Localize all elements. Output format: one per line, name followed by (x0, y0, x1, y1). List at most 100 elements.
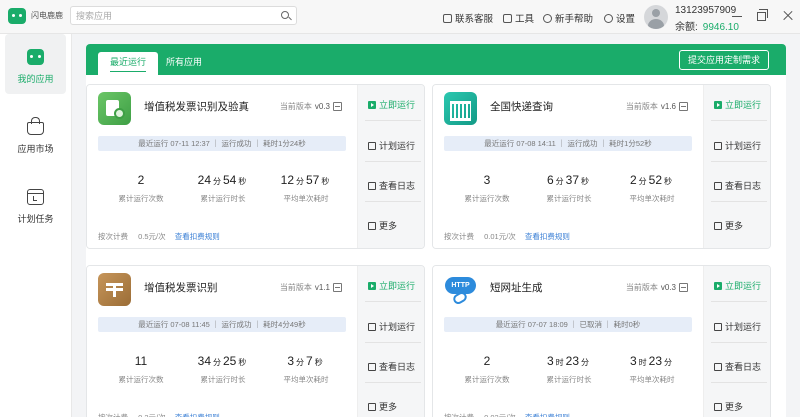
bag-icon (27, 117, 44, 135)
last-run-bar: 最近运行 07-08 14:11 ｜ 运行成功 ｜ 耗时1分52秒 (444, 136, 692, 151)
stat-run-count: 2 累计运行次数 (118, 173, 164, 203)
card-info: HTTP 短网址生成 当前版本 v0.3 最近运行 07-07 18:09 ｜ … (433, 266, 704, 417)
run-now-button[interactable]: 立即运行 (368, 279, 415, 292)
app-name[interactable]: 增值税发票识别 (144, 280, 218, 295)
schedule-run-button[interactable]: 计划运行 (714, 139, 761, 152)
stat-run-duration: 24 分 54 秒 累计运行时长 (197, 173, 247, 203)
search-box[interactable] (70, 6, 297, 25)
version-menu-icon[interactable] (679, 102, 688, 111)
stat-run-duration: 6 分 37 秒 累计运行时长 (546, 173, 592, 203)
stat-avg-duration: 12 分 57 秒 平均单次耗时 (280, 173, 330, 203)
cost-info: 按次计费 0.01元/次 查看扣费规则 (444, 232, 570, 241)
cost-rules-link[interactable]: 查看扣费规则 (175, 232, 220, 241)
close-icon[interactable] (783, 11, 793, 21)
log-icon (368, 181, 376, 190)
card-actions: 立即运行 计划运行 查看日志 更多 (704, 85, 770, 248)
cost-info: 按次计费 0.02元/次 查看扣费规则 (444, 412, 570, 417)
last-run-bar: 最近运行 07-11 12:37 ｜ 运行成功 ｜ 耗时1分24秒 (98, 136, 346, 151)
log-icon (714, 181, 722, 190)
more-button[interactable]: 更多 (368, 219, 397, 232)
user-balance: 余额: 9946.10 (675, 22, 739, 33)
more-button[interactable]: 更多 (714, 400, 743, 413)
tools-link[interactable]: 工具 (503, 11, 534, 25)
headset-icon (443, 13, 452, 23)
log-icon (368, 362, 376, 371)
card-info: 增值税发票识别及验真 当前版本 v0.3 最近运行 07-11 12:37 ｜ … (87, 85, 358, 248)
more-button[interactable]: 更多 (368, 400, 397, 413)
main-header: 最近运行 所有应用 提交应用定制需求 (86, 44, 786, 75)
version-menu-icon[interactable] (679, 283, 688, 292)
app-logo-icon (8, 8, 26, 24)
clock-icon (714, 322, 722, 331)
card-actions: 立即运行 计划运行 查看日志 更多 (358, 266, 424, 417)
app-logo-text: 闪电鹿鹿 (31, 11, 63, 20)
help-link[interactable]: 新手帮助 (543, 11, 593, 25)
run-now-button[interactable]: 立即运行 (714, 279, 761, 292)
search-input[interactable] (71, 7, 271, 24)
cost-info: 按次计费 0.2元/次 查看扣费规则 (98, 412, 220, 417)
top-bar: 闪电鹿鹿 联系客服 工具 新手帮助 设置 13123957909 余额:9946… (0, 0, 800, 34)
stat-run-count: 3 累计运行次数 (464, 173, 510, 203)
cost-info: 按次计费 0.5元/次 查看扣费规则 (98, 232, 220, 241)
version-info: 当前版本 v0.3 (626, 282, 688, 293)
run-now-button[interactable]: 立即运行 (714, 98, 761, 111)
app-card: HTTP 短网址生成 当前版本 v0.3 最近运行 07-07 18:09 ｜ … (432, 265, 771, 417)
search-icon[interactable] (281, 11, 289, 19)
more-icon (368, 402, 376, 411)
version-menu-icon[interactable] (333, 102, 342, 111)
card-actions: 立即运行 计划运行 查看日志 更多 (704, 266, 770, 417)
stat-run-duration: 34 分 25 秒 累计运行时长 (197, 354, 247, 384)
sidebar: 我的应用 应用市场 计划任务 (0, 34, 72, 417)
sidebar-item-my-apps[interactable]: 我的应用 (5, 34, 66, 94)
last-run-bar: 最近运行 07-07 18:09 ｜ 已取消 ｜ 耗时0秒 (444, 317, 692, 332)
schedule-run-button[interactable]: 计划运行 (714, 320, 761, 333)
cost-rules-link[interactable]: 查看扣费规则 (525, 232, 570, 241)
view-log-button[interactable]: 查看日志 (714, 360, 761, 373)
sidebar-item-app-market[interactable]: 应用市场 (5, 104, 66, 164)
view-log-button[interactable]: 查看日志 (368, 179, 415, 192)
app-name[interactable]: 短网址生成 (490, 280, 543, 295)
run-now-button[interactable]: 立即运行 (368, 98, 415, 111)
settings-link[interactable]: 设置 (604, 11, 635, 25)
contact-service-link[interactable]: 联系客服 (443, 11, 493, 25)
express-query-icon (444, 92, 477, 125)
app-card: 增值税发票识别及验真 当前版本 v0.3 最近运行 07-11 12:37 ｜ … (86, 84, 425, 249)
schedule-run-button[interactable]: 计划运行 (368, 320, 415, 333)
stat-run-duration: 3 时 23 分 累计运行时长 (546, 354, 592, 384)
stat-run-count: 2 累计运行次数 (464, 354, 510, 384)
version-info: 当前版本 v1.1 (280, 282, 342, 293)
cost-rules-link[interactable]: 查看扣费规则 (525, 413, 570, 417)
play-icon (714, 100, 722, 109)
short-url-icon: HTTP (444, 273, 477, 306)
app-icon (27, 49, 44, 65)
schedule-run-button[interactable]: 计划运行 (368, 139, 415, 152)
card-actions: 立即运行 计划运行 查看日志 更多 (358, 85, 424, 248)
view-log-button[interactable]: 查看日志 (714, 179, 761, 192)
app-name[interactable]: 全国快递查询 (490, 99, 553, 114)
app-card: 全国快递查询 当前版本 v1.6 最近运行 07-08 14:11 ｜ 运行成功… (432, 84, 771, 249)
clock-icon (714, 141, 722, 150)
card-info: 全国快递查询 当前版本 v1.6 最近运行 07-08 14:11 ｜ 运行成功… (433, 85, 704, 248)
tools-icon (503, 13, 512, 23)
sidebar-item-scheduled-tasks[interactable]: 计划任务 (5, 174, 66, 234)
invoice-recognize-icon (98, 273, 131, 306)
stat-run-count: 11 累计运行次数 (118, 354, 164, 384)
log-icon (714, 362, 722, 371)
avatar[interactable] (644, 5, 668, 29)
user-phone: 13123957909 (675, 5, 737, 16)
more-button[interactable]: 更多 (714, 219, 743, 232)
help-icon (543, 13, 552, 23)
view-log-button[interactable]: 查看日志 (368, 360, 415, 373)
cost-rules-link[interactable]: 查看扣费规则 (175, 413, 220, 417)
version-info: 当前版本 v0.3 (280, 101, 342, 112)
play-icon (714, 281, 722, 290)
more-icon (368, 221, 376, 230)
app-name[interactable]: 增值税发票识别及验真 (144, 99, 249, 114)
version-menu-icon[interactable] (333, 283, 342, 292)
tab-recent[interactable]: 最近运行 (98, 52, 159, 75)
minimize-icon[interactable] (732, 11, 742, 21)
tab-all-apps[interactable]: 所有应用 (154, 52, 214, 75)
submit-request-button[interactable]: 提交应用定制需求 (678, 50, 769, 70)
maximize-icon[interactable] (757, 9, 768, 21)
play-icon (368, 100, 376, 109)
